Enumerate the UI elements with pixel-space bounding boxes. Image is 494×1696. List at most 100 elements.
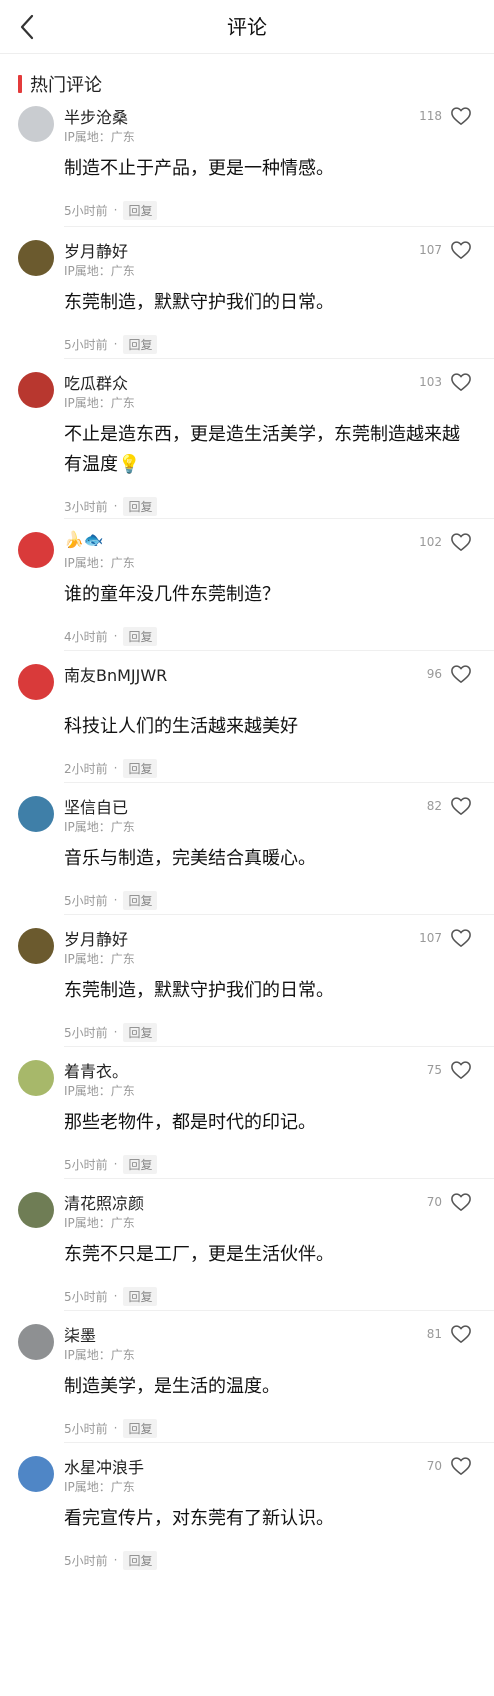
ip-location: IP属地：广东 <box>64 952 135 966</box>
comment-meta: 5小时前 · 回复 <box>64 1286 158 1306</box>
divider <box>64 1442 494 1443</box>
like-button[interactable]: 118 <box>419 106 472 126</box>
like-count: 107 <box>419 931 442 945</box>
like-button[interactable]: 82 <box>427 796 472 816</box>
comment-username[interactable]: 吃瓜群众 <box>64 370 128 394</box>
comment-time: 2小时前 <box>64 761 108 776</box>
avatar[interactable] <box>18 1192 54 1228</box>
reply-button[interactable]: 回复 <box>123 1022 158 1042</box>
reply-button[interactable]: 回复 <box>123 626 158 646</box>
comment-text: 东莞不只是工厂，更是生活伙伴。 <box>64 1244 334 1265</box>
avatar[interactable] <box>18 532 54 568</box>
comment-username[interactable]: 岁月静好 <box>64 926 128 950</box>
separator-dot: · <box>113 1289 118 1303</box>
comment-username[interactable]: 坚信自已 <box>64 794 128 818</box>
avatar[interactable] <box>18 664 54 700</box>
separator-dot: · <box>113 629 118 643</box>
reply-button[interactable]: 回复 <box>123 334 158 354</box>
reply-button[interactable]: 回复 <box>123 1154 158 1174</box>
comment-meta: 5小时前 · 回复 <box>64 1550 158 1570</box>
comment-text: 那些老物件，都是时代的印记。 <box>64 1112 316 1133</box>
comment-username[interactable]: 柒墨 <box>64 1322 96 1346</box>
heart-icon <box>451 1193 471 1211</box>
like-button[interactable]: 81 <box>427 1324 472 1344</box>
divider <box>64 650 494 651</box>
divider <box>64 1046 494 1047</box>
reply-button[interactable]: 回复 <box>123 758 158 778</box>
divider <box>64 1310 494 1311</box>
comment-time: 5小时前 <box>64 1157 108 1172</box>
top-bar: 评论 <box>0 0 494 54</box>
comment-meta: 2小时前 · 回复 <box>64 758 158 778</box>
ip-location: IP属地：广东 <box>64 1348 135 1362</box>
comment-item: 岁月静好 IP属地：广东 107 东莞制造，默默守护我们的日常。 5小时前 · 回复 <box>0 238 494 370</box>
comment-item: 柒墨 IP属地：广东 81 制造美学，是生活的温度。 5小时前 · 回复 <box>0 1322 494 1454</box>
comment-item: 吃瓜群众 IP属地：广东 103 不止是造东西，更是造生活美学，东莞制造越来越有温度💡… <box>0 370 494 530</box>
comment-meta: 4小时前 · 回复 <box>64 626 158 646</box>
reply-button[interactable]: 回复 <box>123 1418 158 1438</box>
comment-text: 科技让人们的生活越来越美好 <box>64 716 298 737</box>
comment-username[interactable]: 🍌🐟 <box>64 530 104 549</box>
like-button[interactable]: 70 <box>427 1456 472 1476</box>
comment-username[interactable]: 清花照凉颜 <box>64 1190 144 1214</box>
avatar[interactable] <box>18 106 54 142</box>
like-count: 82 <box>426 799 442 813</box>
avatar[interactable] <box>18 1060 54 1096</box>
like-count: 96 <box>426 667 442 681</box>
like-button[interactable]: 70 <box>427 1192 472 1212</box>
separator-dot: · <box>113 761 118 775</box>
avatar[interactable] <box>18 928 54 964</box>
comment-username[interactable]: 半步沧桑 <box>64 104 128 128</box>
divider <box>64 1178 494 1179</box>
like-button[interactable]: 102 <box>419 532 472 552</box>
like-button[interactable]: 96 <box>427 664 472 684</box>
reply-button[interactable]: 回复 <box>123 200 158 220</box>
comment-item: 坚信自已 IP属地：广东 82 音乐与制造，完美结合真暖心。 5小时前 · 回复 <box>0 794 494 926</box>
avatar[interactable] <box>18 796 54 832</box>
separator-dot: · <box>113 337 118 351</box>
reply-button[interactable]: 回复 <box>123 1286 158 1306</box>
like-button[interactable]: 103 <box>419 372 472 392</box>
comment-username[interactable]: 水星冲浪手 <box>64 1454 144 1478</box>
ip-location: IP属地：广东 <box>64 1084 135 1098</box>
comment-username[interactable]: 岁月静好 <box>64 238 128 262</box>
heart-icon <box>451 533 471 551</box>
comment-text: 东莞制造，默默守护我们的日常。 <box>64 292 334 313</box>
ip-location: IP属地：广东 <box>64 820 135 834</box>
heart-icon <box>451 1061 471 1079</box>
comment-item: 南友BnMJJWR 96 科技让人们的生活越来越美好 2小时前 · 回复 <box>0 662 494 794</box>
comment-meta: 5小时前 · 回复 <box>64 200 158 220</box>
avatar[interactable] <box>18 1456 54 1492</box>
like-count: 102 <box>419 535 442 549</box>
separator-dot: · <box>113 1025 118 1039</box>
reply-button[interactable]: 回复 <box>123 890 158 910</box>
reply-button[interactable]: 回复 <box>123 1550 158 1570</box>
heart-icon <box>451 797 471 815</box>
reply-button[interactable]: 回复 <box>123 496 158 516</box>
comment-item: 水星冲浪手 IP属地：广东 70 看完宣传片，对东莞有了新认识。 5小时前 · 回复 <box>0 1454 494 1584</box>
like-button[interactable]: 107 <box>419 928 472 948</box>
comment-time: 5小时前 <box>64 1553 108 1568</box>
comment-username[interactable]: 南友BnMJJWR <box>64 662 167 686</box>
like-button[interactable]: 107 <box>419 240 472 260</box>
ip-location: IP属地：广东 <box>64 130 135 144</box>
comment-text: 看完宣传片，对东莞有了新认识。 <box>64 1508 334 1529</box>
divider <box>64 226 494 227</box>
like-button[interactable]: 75 <box>427 1060 472 1080</box>
comment-time: 5小时前 <box>64 1025 108 1040</box>
avatar[interactable] <box>18 372 54 408</box>
avatar[interactable] <box>18 1324 54 1360</box>
like-count: 103 <box>419 375 442 389</box>
avatar[interactable] <box>18 240 54 276</box>
heart-icon <box>451 929 471 947</box>
comment-item: 着青衣。 IP属地：广东 75 那些老物件，都是时代的印记。 5小时前 · 回复 <box>0 1058 494 1190</box>
comment-time: 3小时前 <box>64 499 108 514</box>
comment-username[interactable]: 着青衣。 <box>64 1058 128 1082</box>
divider <box>64 782 494 783</box>
comment-text: 制造不止于产品，更是一种情感。 <box>64 158 334 179</box>
comment-text: 不止是造东西，更是造生活美学，东莞制造越来越有温度💡 <box>64 424 460 475</box>
separator-dot: · <box>113 1553 118 1567</box>
section-title: 热门评论 <box>30 75 102 96</box>
comment-time: 5小时前 <box>64 1289 108 1304</box>
like-count: 118 <box>419 109 442 123</box>
